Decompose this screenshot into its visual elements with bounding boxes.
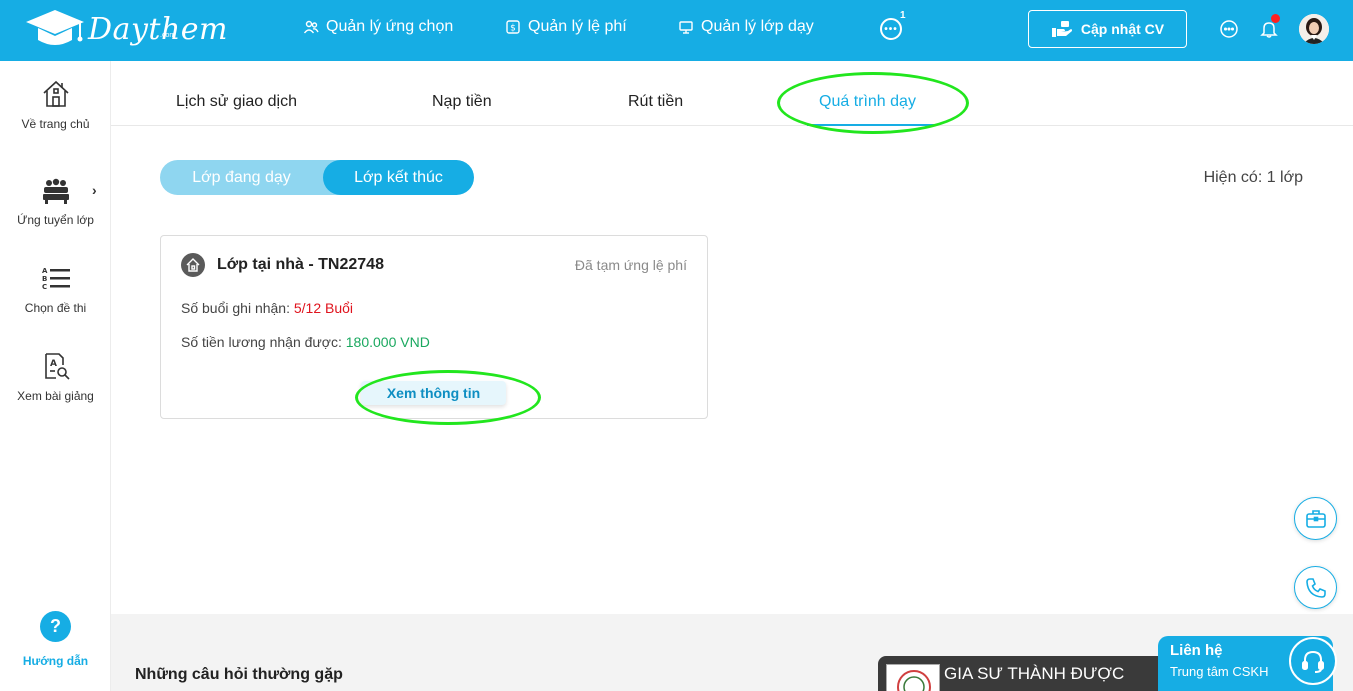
salary-value: 180.000 VND (345, 334, 430, 350)
graduation-cap-icon (26, 10, 84, 45)
video-thumbnail (886, 664, 940, 691)
sessions-value: 5/12 Buổi (293, 300, 354, 316)
home-icon (0, 79, 111, 109)
sidebar-item-view-lecture[interactable]: A Xem bài giảng (0, 351, 111, 403)
logo-subtext: .com (160, 32, 176, 39)
more-badge: 1 (900, 10, 906, 21)
view-info-button[interactable]: Xem thông tin (361, 381, 506, 405)
toggle-teaching-classes[interactable]: Lớp đang dạy (160, 160, 323, 195)
tab-deposit[interactable]: Nạp tiền (432, 93, 492, 111)
logo[interactable]: Daythem (24, 8, 228, 50)
wallet-tabs: Lịch sử giao dịch Nạp tiền Rút tiền Quá … (111, 61, 1353, 126)
chat-icon (1220, 20, 1238, 38)
svg-text:$: $ (510, 24, 516, 34)
abc-list-icon: ABC (0, 265, 111, 293)
tab-teaching-process[interactable]: Quá trình dạy (819, 93, 916, 111)
sidebar-item-home[interactable]: Về trang chủ (0, 79, 111, 131)
svg-text:A: A (42, 267, 48, 275)
question-icon: ? (40, 611, 71, 642)
update-cv-button[interactable]: Cập nhật CV (1028, 10, 1187, 48)
nav-label: Quản lý lệ phí (528, 18, 627, 35)
tab-withdraw[interactable]: Rút tiền (628, 93, 683, 111)
more-menu-button[interactable]: ••• (880, 18, 902, 40)
call-float-button[interactable] (1294, 566, 1337, 609)
sidebar-item-label: Xem bài giảng (17, 389, 94, 403)
top-navbar: Daythem .com Quản lý ứng chọn $ Quản lý … (0, 0, 1353, 61)
chevron-right-icon[interactable]: › (92, 182, 97, 198)
sidebar-item-choose-exam[interactable]: ABC Chọn đề thi (0, 265, 111, 315)
nav-manage-fees[interactable]: $ Quản lý lệ phí (504, 18, 627, 36)
video-preview[interactable]: GIA SƯ THÀNH ĐƯỢC (878, 656, 1178, 691)
tab-transaction-history[interactable]: Lịch sử giao dịch (176, 93, 297, 111)
nav-manage-applications[interactable]: Quản lý ứng chọn (302, 18, 453, 36)
class-count: Hiện có: 1 lớp (1203, 169, 1303, 186)
jobs-float-button[interactable] (1294, 497, 1337, 540)
briefcase-icon (1305, 509, 1326, 528)
nav-manage-classes[interactable]: Quản lý lớp dạy (677, 18, 814, 36)
nav-label: Quản lý ứng chọn (326, 18, 454, 35)
help-label: Hướng dẫn (22, 654, 89, 668)
sidebar-item-label: Về trang chủ (21, 117, 90, 131)
notification-dot (1271, 14, 1280, 23)
home-class-icon (181, 253, 205, 277)
active-tab-indicator (807, 124, 937, 126)
svg-text:C: C (42, 283, 47, 291)
class-status: Đã tạm ứng lệ phí (574, 257, 687, 273)
avatar[interactable] (1299, 14, 1329, 44)
svg-text:A: A (50, 359, 57, 369)
headset-icon (1289, 637, 1337, 685)
logo-text: Daythem (88, 11, 228, 47)
phone-icon (1305, 577, 1326, 598)
video-title: GIA SƯ THÀNH ĐƯỢC (944, 664, 1125, 683)
contact-widget[interactable]: Liên hệ Trung tâm CSKH (1158, 636, 1337, 691)
cv-hand-icon (1051, 20, 1073, 38)
sidebar-item-label: Ứng tuyển lớp (17, 213, 94, 227)
monitor-icon (677, 18, 695, 36)
svg-text:B: B (42, 275, 47, 283)
sidebar: Về trang chủ Ứng tuyển lớp › ABC Chọn đề… (0, 61, 111, 691)
sidebar-item-label: Chọn đề thi (24, 301, 87, 315)
salary-row: Số tiền lương nhận được: 180.000 VND (181, 334, 430, 350)
money-icon: $ (504, 18, 522, 36)
nav-label: Quản lý lớp dạy (701, 18, 814, 35)
document-search-icon: A (0, 351, 111, 381)
class-status-toggle: Lớp đang dạy Lớp kết thúc (160, 160, 474, 195)
salary-label: Số tiền lương nhận được: (181, 334, 346, 350)
users-icon (302, 18, 320, 36)
help-guide[interactable]: ? Hướng dẫn (0, 611, 111, 668)
chat-button[interactable] (1218, 18, 1240, 40)
class-card: Lớp tại nhà - TN22748 Đã tạm ứng lệ phí … (160, 235, 708, 419)
contact-subtitle: Trung tâm CSKH (1170, 664, 1269, 679)
ellipsis-icon: ••• (884, 23, 898, 35)
sessions-label: Số buổi ghi nhận: (181, 300, 294, 316)
contact-title: Liên hệ (1170, 642, 1223, 659)
sessions-row: Số buổi ghi nhận: 5/12 Buổi (181, 300, 353, 316)
toggle-finished-classes[interactable]: Lớp kết thúc (323, 160, 474, 195)
faq-title: Những câu hỏi thường gặp (135, 666, 343, 683)
class-title: Lớp tại nhà - TN22748 (217, 256, 384, 273)
cv-button-label: Cập nhật CV (1080, 21, 1165, 37)
